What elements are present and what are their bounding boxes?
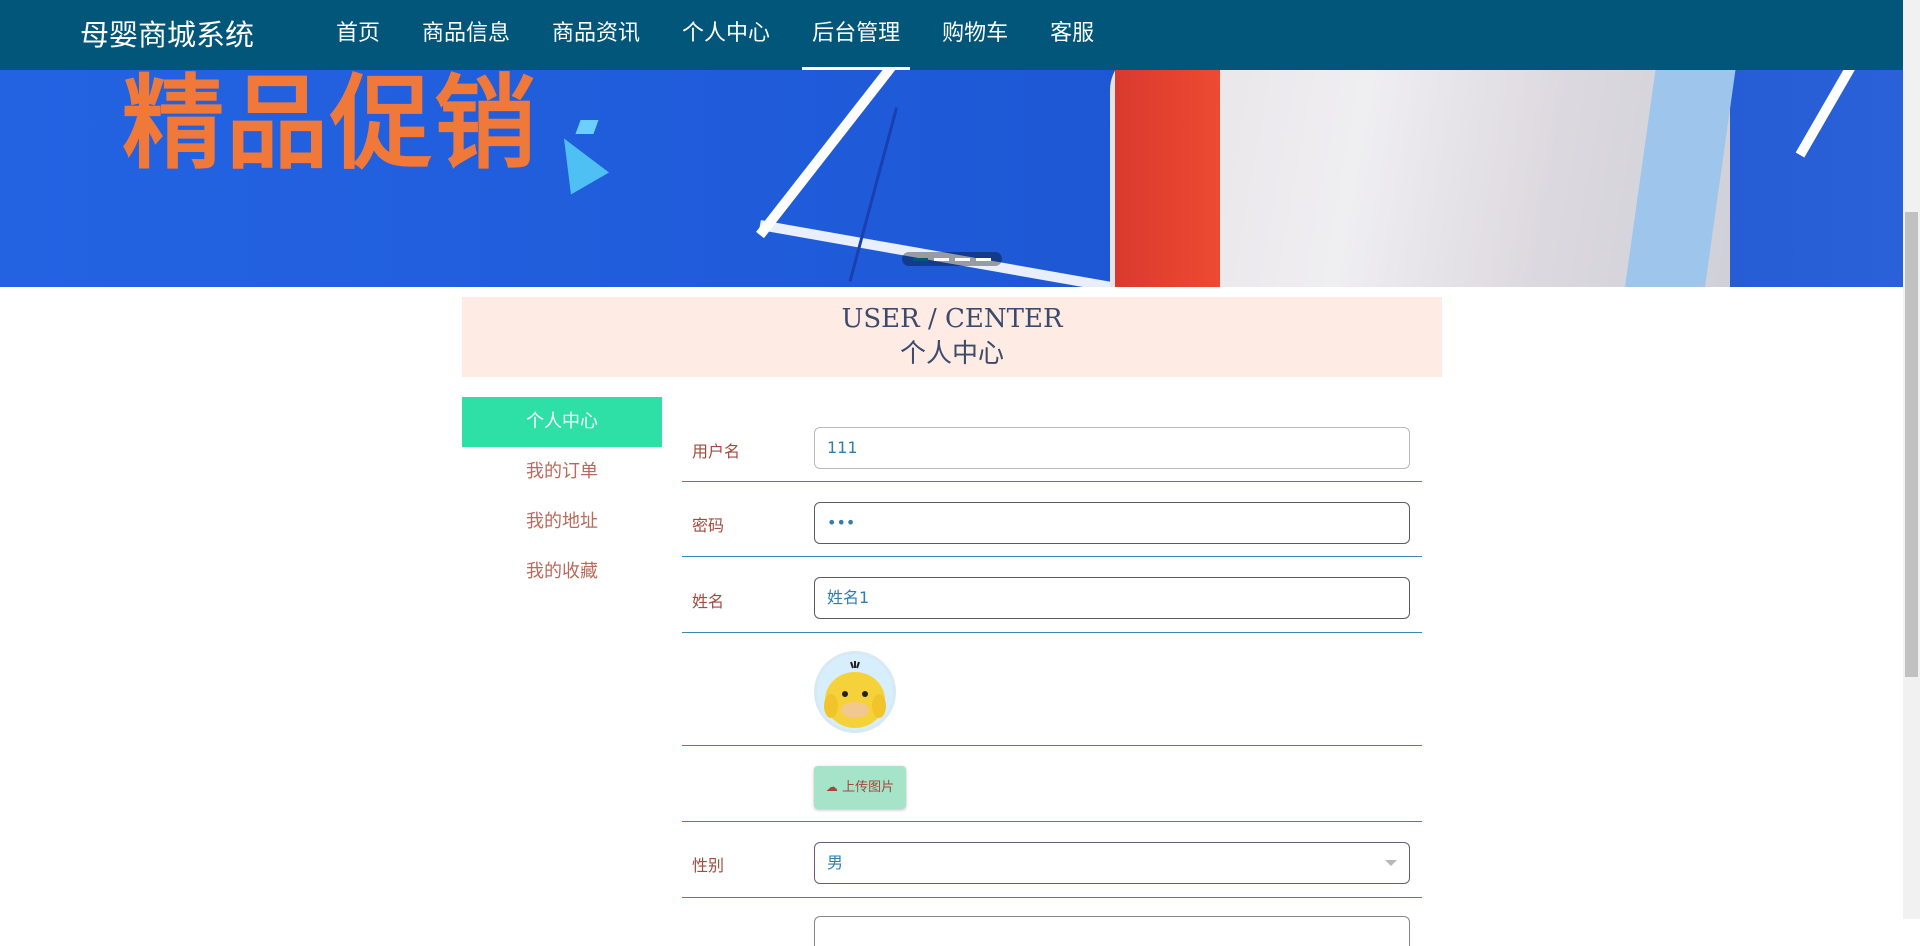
top-navbar: 母婴商城系统 首页 商品信息 商品资讯 个人中心 后台管理 购物车 客服	[0, 0, 1903, 70]
carousel-dot[interactable]	[955, 257, 970, 261]
form-row-upload: ☁ 上传图片	[682, 746, 1422, 822]
banner-title: 精品促销	[122, 70, 538, 184]
nav-service[interactable]: 客服	[1040, 0, 1104, 70]
nav-user-center[interactable]: 个人中心	[672, 0, 780, 70]
banner-decoration	[848, 107, 899, 282]
banner-triangle	[544, 127, 610, 195]
name-input[interactable]: 姓名1	[814, 577, 1410, 619]
password-input[interactable]: •••	[814, 502, 1410, 544]
nav-cart[interactable]: 购物车	[932, 0, 1018, 70]
form-row-name: 姓名 姓名1	[682, 557, 1422, 633]
upload-image-button[interactable]: ☁ 上传图片	[814, 766, 906, 809]
section-header: USER / CENTER 个人中心	[462, 297, 1442, 377]
side-item-favorites[interactable]: 我的收藏	[462, 547, 662, 597]
username-input[interactable]: 111	[814, 427, 1410, 469]
banner-carousel[interactable]: 精品促销	[0, 70, 1903, 287]
gender-label: 性别	[692, 856, 725, 875]
side-item-orders[interactable]: 我的订单	[462, 447, 662, 497]
avatar	[814, 651, 896, 733]
duck-avatar-icon	[817, 654, 893, 730]
name-label: 姓名	[692, 592, 725, 611]
banner-decoration	[1795, 70, 1903, 158]
main-nav: 首页 商品信息 商品资讯 个人中心 后台管理 购物车 客服	[326, 0, 1126, 70]
gender-select-value: 男	[827, 853, 844, 872]
scrollbar-thumb[interactable]	[1905, 212, 1918, 677]
password-label: 密码	[692, 516, 725, 535]
section-title-en: USER / CENTER	[841, 304, 1063, 334]
form-row-gender: 性别 男	[682, 822, 1422, 898]
section-title-cn: 个人中心	[899, 339, 1004, 369]
side-item-address[interactable]: 我的地址	[462, 497, 662, 547]
banner-triangle	[575, 120, 599, 134]
carousel-dot[interactable]	[913, 257, 928, 261]
nav-news[interactable]: 商品资讯	[542, 0, 650, 70]
username-label: 用户名	[692, 442, 741, 461]
carousel-dot[interactable]	[976, 257, 991, 261]
banner-decoration	[756, 70, 925, 239]
side-menu: 个人中心 我的订单 我的地址 我的收藏	[462, 397, 662, 597]
gender-select[interactable]: 男	[814, 842, 1410, 884]
upload-button-label: 上传图片	[842, 780, 895, 795]
next-field[interactable]	[814, 916, 1410, 946]
nav-products[interactable]: 商品信息	[412, 0, 520, 70]
brand-title[interactable]: 母婴商城系统	[80, 0, 254, 70]
form-row-password: 密码 •••	[682, 482, 1422, 557]
form-row-next	[682, 898, 1422, 946]
banner-model-scarf	[1115, 70, 1220, 287]
nav-home[interactable]: 首页	[326, 0, 390, 70]
form-row-avatar	[682, 633, 1422, 746]
chevron-down-icon	[1385, 860, 1397, 866]
cloud-upload-icon: ☁	[825, 780, 838, 794]
form-row-username: 用户名 111	[682, 412, 1422, 482]
carousel-dot[interactable]	[934, 257, 949, 261]
carousel-indicators	[902, 252, 1002, 266]
profile-form: 用户名 111 密码 ••• 姓名 姓名1 ☁ 上传图片 性别 男	[682, 412, 1422, 946]
nav-admin[interactable]: 后台管理	[802, 0, 911, 70]
side-item-user-center[interactable]: 个人中心	[462, 397, 662, 447]
page-scrollbar[interactable]	[1903, 0, 1920, 919]
